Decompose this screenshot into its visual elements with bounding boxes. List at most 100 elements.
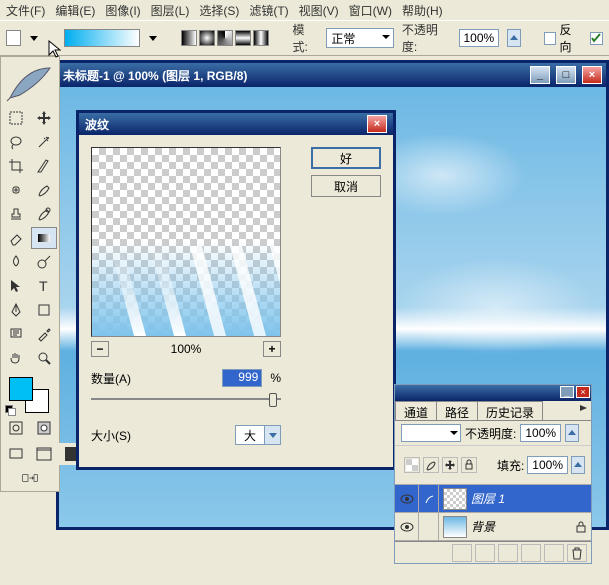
gradient-diamond[interactable] <box>253 30 269 46</box>
lasso-tool[interactable] <box>3 131 29 153</box>
menu-view[interactable]: 视图(V) <box>299 2 339 19</box>
gradient-dropdown[interactable] <box>148 34 157 42</box>
layer-name[interactable]: 背景 <box>471 518 571 535</box>
tab-channels[interactable]: 通道 <box>395 401 437 420</box>
delete-layer-icon[interactable] <box>567 544 587 562</box>
eraser-tool[interactable] <box>3 227 29 249</box>
menu-file[interactable]: 文件(F) <box>6 2 45 19</box>
link-icon[interactable] <box>419 485 439 512</box>
zoom-out-button[interactable]: − <box>91 341 109 357</box>
close-button[interactable]: × <box>582 66 602 84</box>
type-tool[interactable]: T <box>31 275 57 297</box>
size-select[interactable]: 大 <box>235 425 281 445</box>
layer-thumbnail[interactable] <box>443 488 467 510</box>
lock-move-icon[interactable] <box>442 457 458 473</box>
layer-name[interactable]: 图层 1 <box>471 490 591 507</box>
panel-opacity-arrow[interactable] <box>565 424 579 442</box>
cancel-button[interactable]: 取消 <box>311 175 381 197</box>
hand-tool[interactable] <box>3 347 29 369</box>
dodge-tool[interactable] <box>31 251 57 273</box>
shape-tool[interactable] <box>31 299 57 321</box>
gradient-reflected[interactable] <box>235 30 251 46</box>
end-checkbox[interactable] <box>590 32 603 45</box>
dialog-close-button[interactable]: × <box>367 115 387 133</box>
tool-preset-dropdown[interactable] <box>29 34 38 42</box>
size-label: 大小(S) <box>91 427 227 444</box>
lock-paint-icon[interactable] <box>423 457 439 473</box>
stamp-tool[interactable] <box>3 203 29 225</box>
foreground-color[interactable] <box>9 377 33 401</box>
tab-history[interactable]: 历史记录 <box>477 401 543 420</box>
crop-tool[interactable] <box>3 155 29 177</box>
ok-button[interactable]: 好 <box>311 147 381 169</box>
gradient-swatch[interactable] <box>64 29 140 47</box>
history-brush-tool[interactable] <box>31 203 57 225</box>
screen-standard[interactable] <box>3 443 29 465</box>
gradient-linear[interactable] <box>181 30 197 46</box>
heal-tool[interactable] <box>3 179 29 201</box>
amount-input[interactable]: 999 <box>222 369 262 387</box>
amount-slider[interactable] <box>91 389 281 409</box>
lock-all-icon[interactable] <box>461 457 477 473</box>
maximize-button[interactable]: □ <box>556 66 576 84</box>
visibility-icon[interactable] <box>395 513 419 540</box>
gradient-radial[interactable] <box>199 30 215 46</box>
wand-tool[interactable] <box>31 131 57 153</box>
reverse-checkbox[interactable]: 反向 <box>544 21 582 55</box>
link-slot[interactable] <box>419 513 439 540</box>
opacity-arrow[interactable] <box>507 29 520 47</box>
zoom-in-button[interactable]: + <box>263 341 281 357</box>
opacity-input[interactable]: 100% <box>459 29 500 47</box>
menu-select[interactable]: 选择(S) <box>199 2 239 19</box>
layer-style-icon[interactable] <box>452 544 472 562</box>
gradient-angle[interactable] <box>217 30 233 46</box>
menu-window[interactable]: 窗口(W) <box>349 2 392 19</box>
notes-tool[interactable] <box>3 323 29 345</box>
jump-to-imageready[interactable] <box>3 467 57 489</box>
panel-titlebar[interactable]: _ × <box>395 385 591 401</box>
document-titlebar[interactable]: 未标题-1 @ 100% (图层 1, RGB/8) _ □ × <box>59 63 606 87</box>
menu-help[interactable]: 帮助(H) <box>402 2 443 19</box>
slice-tool[interactable] <box>31 155 57 177</box>
lock-transparency-icon[interactable] <box>404 457 420 473</box>
eyedropper-tool[interactable] <box>31 323 57 345</box>
default-colors-icon[interactable] <box>5 405 15 415</box>
move-tool[interactable] <box>31 107 57 129</box>
visibility-icon[interactable] <box>395 485 419 512</box>
tab-paths[interactable]: 路径 <box>436 401 478 420</box>
layer-row-1[interactable]: 图层 1 <box>395 485 591 513</box>
mode-select[interactable]: 正常 <box>326 28 394 48</box>
layer-mask-icon[interactable] <box>475 544 495 562</box>
fill-arrow[interactable] <box>571 456 585 474</box>
zoom-tool[interactable] <box>31 347 57 369</box>
layer-thumbnail[interactable] <box>443 516 467 538</box>
adjustment-layer-icon[interactable] <box>521 544 541 562</box>
dialog-titlebar[interactable]: 波纹 × <box>79 113 393 135</box>
color-swatches[interactable] <box>3 373 57 413</box>
panel-opacity-input[interactable]: 100% <box>520 424 561 442</box>
gradient-tool[interactable] <box>31 227 57 249</box>
panel-close[interactable]: × <box>576 386 590 398</box>
menu-layer[interactable]: 图层(L) <box>151 2 190 19</box>
panel-menu-icon[interactable] <box>577 401 591 415</box>
menu-image[interactable]: 图像(I) <box>105 2 140 19</box>
layer-row-background[interactable]: 背景 <box>395 513 591 541</box>
quickmask-on[interactable] <box>31 417 57 439</box>
marquee-tool[interactable] <box>3 107 29 129</box>
path-select-tool[interactable] <box>3 275 29 297</box>
preview-box[interactable] <box>91 147 281 337</box>
menu-filter[interactable]: 滤镜(T) <box>249 2 288 19</box>
blend-mode-select[interactable]: 正常 <box>401 424 461 442</box>
layer-set-icon[interactable] <box>498 544 518 562</box>
minimize-button[interactable]: _ <box>530 66 550 84</box>
panel-minimize[interactable]: _ <box>560 386 574 398</box>
fill-input[interactable]: 100% <box>527 456 568 474</box>
menu-edit[interactable]: 编辑(E) <box>55 2 95 19</box>
screen-full-menu[interactable] <box>31 443 57 465</box>
quickmask-off[interactable] <box>3 417 29 439</box>
new-layer-icon[interactable] <box>544 544 564 562</box>
pen-tool[interactable] <box>3 299 29 321</box>
brush-tool[interactable] <box>31 179 57 201</box>
blur-tool[interactable] <box>3 251 29 273</box>
tool-preset-swatch[interactable] <box>6 30 21 46</box>
